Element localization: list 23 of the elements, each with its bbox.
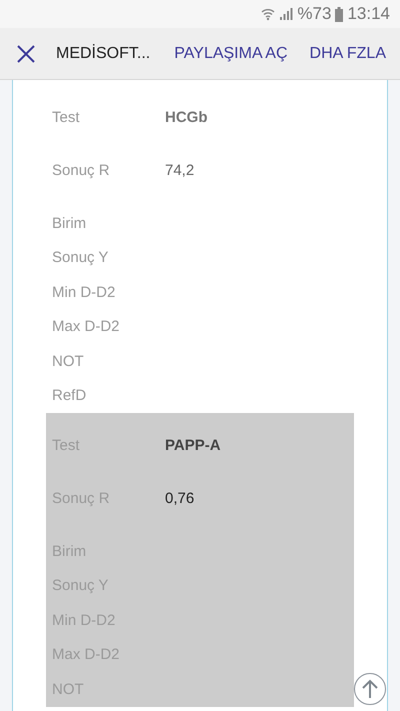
close-icon — [16, 44, 36, 64]
field-value: PAPP-A — [165, 436, 221, 454]
field-value: 74,2 — [165, 162, 194, 179]
field-value: HCGb — [165, 108, 208, 126]
field-label: Sonuç R — [52, 162, 111, 179]
field-label: Birim — [52, 214, 88, 232]
toolbar-action[interactable]: DHA FZLA — [310, 44, 386, 62]
signal-icon — [279, 7, 294, 21]
field-label: NOT — [52, 352, 85, 370]
clock: 13:14 — [347, 4, 390, 24]
field-label: Sonuç Y — [52, 249, 110, 266]
page-title: MEDİSOFT... — [56, 44, 152, 62]
toolbar-action[interactable]: PAYLAŞIMA AÇ — [174, 44, 288, 62]
field-label: Max D-D2 — [52, 318, 121, 336]
battery-icon — [335, 6, 344, 22]
field-value: 0,76 — [165, 490, 194, 507]
close-button[interactable] — [16, 44, 36, 64]
field-label: Test — [52, 108, 81, 126]
arrow-up-icon — [361, 679, 379, 699]
field-label: RefD — [52, 387, 88, 404]
battery-percent: %73 — [297, 4, 332, 24]
wifi-icon — [261, 7, 276, 21]
field-label: Min D-D2 — [52, 284, 116, 301]
